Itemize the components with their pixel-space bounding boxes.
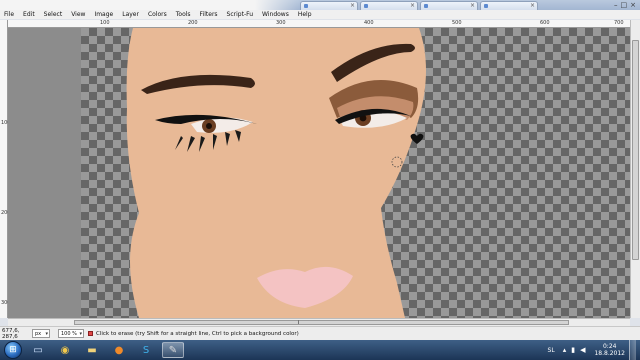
menu-view[interactable]: View bbox=[71, 11, 85, 18]
menu-layer[interactable]: Layer bbox=[122, 11, 139, 18]
start-button[interactable]: ⊞ bbox=[4, 341, 22, 359]
favicon-icon bbox=[304, 4, 308, 8]
ruler-label: 400 bbox=[364, 20, 374, 26]
menu-select[interactable]: Select bbox=[44, 11, 63, 18]
clock[interactable]: 0:24 18.8.2012 bbox=[594, 343, 625, 357]
browser-tab[interactable]: × bbox=[300, 1, 358, 10]
network-icon[interactable]: ▮ bbox=[571, 346, 575, 354]
pointer-coords: 677,6, 287,6 bbox=[2, 327, 20, 340]
clock-date: 18.8.2012 bbox=[594, 350, 625, 357]
menu-script-fu[interactable]: Script-Fu bbox=[227, 11, 254, 18]
browser-tab[interactable]: × bbox=[360, 1, 418, 10]
close-icon[interactable]: × bbox=[410, 2, 415, 9]
explorer-taskbar-icon[interactable]: ▭ bbox=[27, 342, 49, 358]
ruler-label: 200 bbox=[188, 20, 198, 26]
favicon-icon bbox=[484, 4, 488, 8]
taskbar: ⊞ ▭ ◉ ▬ ● S ✎ SL ▴ ▮ ◀ 0:24 18.8.2012 bbox=[0, 340, 640, 360]
unit-value: px bbox=[35, 330, 42, 337]
ruler-label: 300 bbox=[276, 20, 286, 26]
scroll-center-mark bbox=[298, 320, 299, 324]
vertical-scroll-thumb[interactable] bbox=[632, 40, 639, 260]
horizontal-scrollbar[interactable] bbox=[8, 318, 630, 326]
heart-mark bbox=[410, 133, 424, 144]
ruler-label: 700 bbox=[614, 20, 624, 26]
volume-icon[interactable]: ◀ bbox=[580, 346, 585, 354]
browser-tab-strip: × × × × – □ × bbox=[0, 0, 640, 10]
close-window-icon[interactable]: × bbox=[630, 1, 636, 9]
skype-taskbar-icon[interactable]: S bbox=[135, 342, 157, 358]
menu-windows[interactable]: Windows bbox=[262, 11, 289, 18]
zoom-select[interactable]: 100 % ▾ bbox=[58, 329, 84, 338]
menubar: File Edit Select View Image Layer Colors… bbox=[0, 10, 640, 19]
zoom-value: 100 % bbox=[61, 330, 77, 337]
menu-edit[interactable]: Edit bbox=[23, 11, 35, 18]
statusbar: 677,6, 287,6 px ▾ 100 % ▾ Click to erase (… bbox=[0, 326, 640, 340]
face-illustration bbox=[126, 28, 426, 318]
image-canvas[interactable] bbox=[81, 28, 630, 318]
vertical-ruler[interactable]: 100 200 300 bbox=[0, 20, 11, 318]
canvas-area[interactable] bbox=[8, 28, 630, 318]
horizontal-scroll-thumb[interactable] bbox=[74, 320, 569, 325]
language-indicator[interactable]: SL bbox=[548, 347, 555, 354]
status-message: Click to erase (try Shift for a straight… bbox=[96, 330, 299, 337]
eraser-tool-icon bbox=[88, 331, 93, 336]
chrome-taskbar-icon[interactable]: ◉ bbox=[54, 342, 76, 358]
close-icon[interactable]: × bbox=[350, 2, 355, 9]
menu-colors[interactable]: Colors bbox=[148, 11, 167, 18]
folder-taskbar-icon[interactable]: ▬ bbox=[81, 342, 103, 358]
menu-file[interactable]: File bbox=[4, 11, 14, 18]
horizontal-ruler[interactable]: 100 200 300 400 500 600 700 bbox=[8, 20, 630, 28]
window-controls: – □ × bbox=[614, 0, 636, 9]
ruler-label: 100 bbox=[100, 20, 110, 26]
clock-time: 0:24 bbox=[602, 343, 617, 350]
ruler-label: 600 bbox=[540, 20, 550, 26]
tab-strip-fade bbox=[0, 0, 300, 10]
favicon-icon bbox=[424, 4, 428, 8]
unit-select[interactable]: px ▾ bbox=[32, 329, 50, 338]
close-icon[interactable]: × bbox=[530, 2, 535, 9]
dropdown-arrow-icon: ▾ bbox=[79, 331, 82, 337]
minimize-icon[interactable]: – bbox=[614, 1, 618, 9]
maximize-icon[interactable]: □ bbox=[621, 1, 628, 9]
browser-tab[interactable]: × bbox=[480, 1, 538, 10]
close-icon[interactable]: × bbox=[470, 2, 475, 9]
left-pupil bbox=[206, 123, 212, 129]
menu-help[interactable]: Help bbox=[298, 11, 312, 18]
show-desktop-button[interactable] bbox=[629, 340, 636, 360]
menu-image[interactable]: Image bbox=[94, 11, 113, 18]
system-tray: SL ▴ ▮ ◀ 0:24 18.8.2012 bbox=[548, 340, 636, 360]
tray-up-icon[interactable]: ▴ bbox=[563, 346, 567, 354]
firefox-taskbar-icon[interactable]: ● bbox=[108, 342, 130, 358]
gimp-taskbar-icon[interactable]: ✎ bbox=[162, 342, 184, 358]
ruler-label: 500 bbox=[452, 20, 462, 26]
vertical-scrollbar[interactable] bbox=[630, 20, 640, 318]
browser-tab[interactable]: × bbox=[420, 1, 478, 10]
menu-filters[interactable]: Filters bbox=[200, 11, 218, 18]
dropdown-arrow-icon: ▾ bbox=[45, 331, 48, 337]
favicon-icon bbox=[364, 4, 368, 8]
menu-tools[interactable]: Tools bbox=[176, 11, 191, 18]
